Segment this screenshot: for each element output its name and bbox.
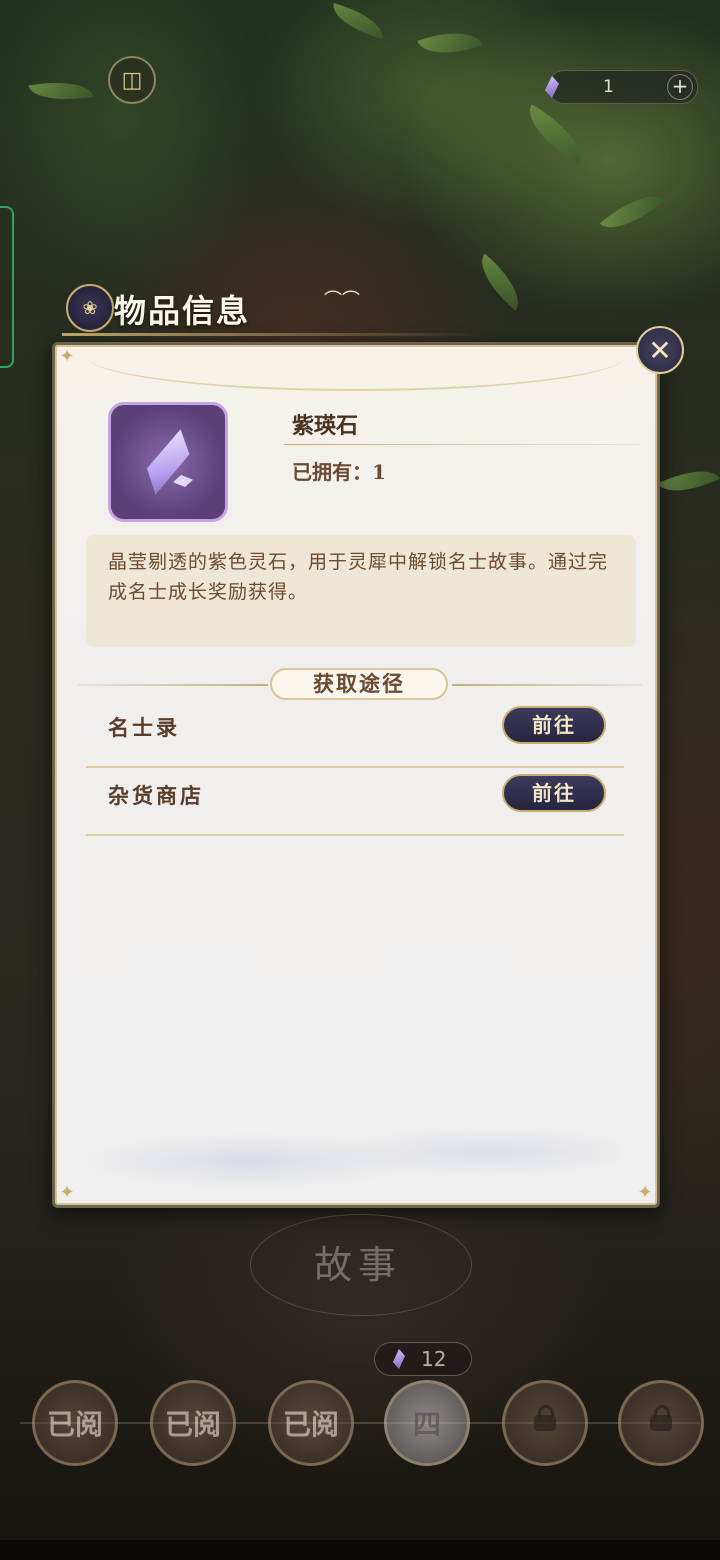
corner-ornament-icon: ✦ [59,346,75,367]
plus-icon[interactable]: + [667,74,693,100]
menu-icon[interactable]: ◫ [108,56,156,104]
crystal-count-value: 12 [421,1347,447,1371]
crystal-shard-icon [173,475,193,487]
name-divider [284,444,640,445]
item-owned-count: 已拥有：1 [292,460,386,484]
currency-value: 1 [603,77,614,97]
lock-icon [650,1405,672,1431]
sources-header: 获取途径 [78,668,642,702]
source-row: 杂货商店 前往 [86,766,624,836]
purple-crystal-icon [140,423,196,501]
chapter-node-read[interactable]: 已阅 [32,1380,118,1466]
close-icon: ✕ [648,333,672,367]
chapter-node-locked[interactable] [618,1380,704,1466]
source-row: 名士录 前往 [86,698,624,768]
chapter-node-locked[interactable] [502,1380,588,1466]
butterfly-emblem-icon: ❀ [66,284,114,332]
item-icon [108,402,228,522]
system-bottom-bar [0,1540,720,1560]
chapter-node-read[interactable]: 已阅 [268,1380,354,1466]
item-name: 紫瑛石 [292,413,359,439]
chapter-rail [20,1422,700,1424]
source-name: 杂货商店 [108,783,204,808]
chapter-node-current[interactable]: 四 [384,1380,470,1466]
bird-decoration-icon: ⌒⌒ [324,290,360,311]
dialog-title-bar: ❀ 物品信息 ⌒⌒ [62,280,482,336]
side-tab-handle[interactable] [0,206,14,368]
panel-bottom-ornament [91,1107,621,1197]
panel-top-ornament [87,349,625,391]
goto-button[interactable]: 前往 [502,706,606,744]
item-description: 晶莹剔透的紫色灵石，用于灵犀中解锁名士故事。通过完成名士成长奖励获得。 [86,535,636,647]
sources-title: 获取途径 [270,668,448,700]
currency-counter: 1 + [545,70,698,104]
corner-ornament-icon: ✦ [637,1182,653,1203]
chapter-node-read[interactable]: 已阅 [150,1380,236,1466]
purple-crystal-icon [393,1349,405,1369]
goto-button[interactable]: 前往 [502,774,606,812]
header-rule-left [78,684,268,686]
corner-ornament-icon: ✦ [59,1182,75,1203]
source-name: 名士录 [108,715,180,740]
dialog-title: 物品信息 [114,292,251,330]
lock-icon [534,1405,556,1431]
crystal-count: 12 [374,1342,472,1376]
header-rule-right [452,684,642,686]
title-underline [62,333,482,336]
close-button[interactable]: ✕ [636,326,684,374]
story-title: 故事 [314,1243,403,1287]
